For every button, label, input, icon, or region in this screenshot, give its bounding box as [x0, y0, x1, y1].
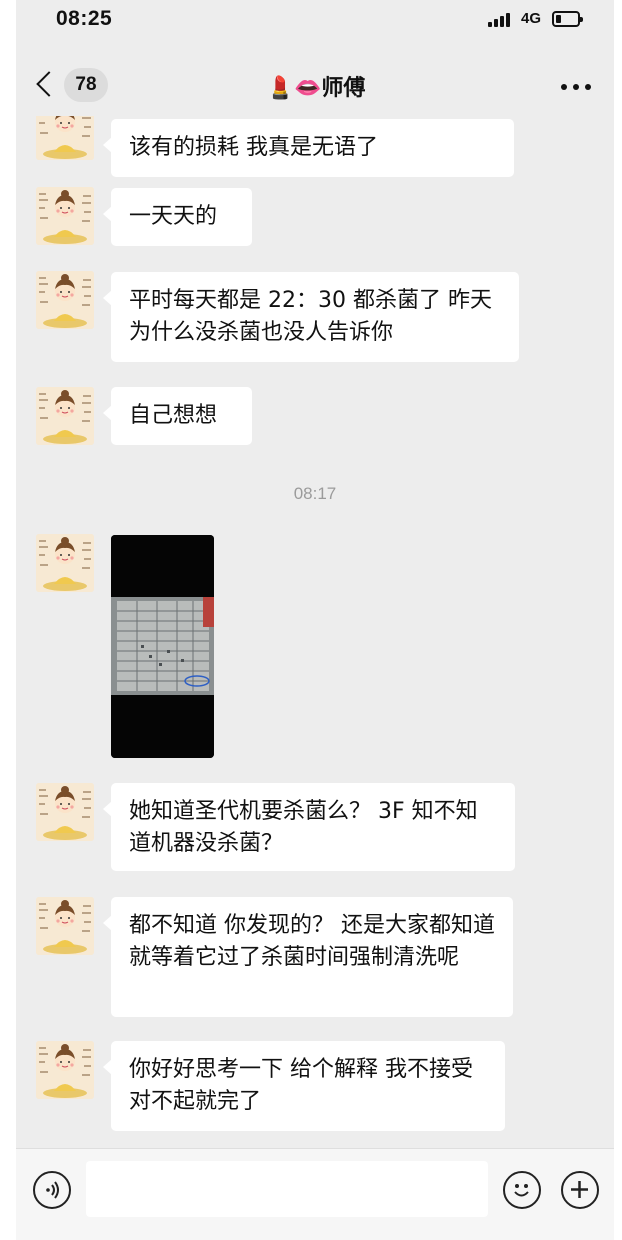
avatar[interactable] — [36, 783, 94, 841]
message-bubble[interactable]: 一天天的 — [103, 188, 252, 246]
chat-header: 78 💄👄师傅 — [16, 52, 614, 116]
avatar-illustration — [36, 187, 94, 245]
message-bubble[interactable]: 该有的损耗 我真是无语了 — [103, 119, 514, 177]
avatar[interactable] — [36, 387, 94, 445]
avatar[interactable] — [36, 1041, 94, 1099]
signal-strength-icon — [488, 13, 514, 27]
avatar[interactable] — [36, 116, 94, 160]
avatar-illustration — [36, 387, 94, 445]
message-bubble[interactable]: 都不知道 你发现的？ 还是大家都知道 就等着它过了杀菌时间强制清洗呢 — [103, 897, 513, 1017]
message-bubble[interactable]: 她知道圣代机要杀菌么？ 3F 知不知道机器没杀菌？ — [103, 783, 515, 871]
chat-screen: 08:25 4G 78 💄👄师傅 该有的损耗 我真是无语了 一天天的 平时每天都… — [16, 0, 614, 1240]
avatar-illustration — [36, 897, 94, 955]
avatar-illustration — [36, 1041, 94, 1099]
message-bubble[interactable]: 自己想想 — [103, 387, 252, 445]
unread-count-badge[interactable]: 78 — [64, 68, 108, 102]
avatar-illustration — [36, 783, 94, 841]
message-bubble[interactable]: 你好好思考一下 给个解释 我不接受对不起就完了 — [103, 1041, 505, 1131]
status-time: 08:25 — [56, 7, 113, 30]
avatar[interactable] — [36, 187, 94, 245]
avatar-illustration — [36, 271, 94, 329]
avatar[interactable] — [36, 897, 94, 955]
plus-glyph — [571, 1181, 588, 1198]
avatar-illustration — [36, 116, 94, 160]
emoji-icon[interactable] — [503, 1171, 541, 1209]
plus-icon[interactable] — [561, 1171, 599, 1209]
battery-level — [556, 15, 561, 23]
emoji-glyph — [514, 1184, 529, 1197]
message-bubble[interactable]: 平时每天都是 22：30 都杀菌了 昨天为什么没杀菌也没人告诉你 — [103, 272, 519, 362]
timestamp: 08:17 — [293, 484, 337, 503]
message-list[interactable]: 该有的损耗 我真是无语了 一天天的 平时每天都是 22：30 都杀菌了 昨天为什… — [16, 116, 614, 1148]
more-options-icon[interactable] — [561, 84, 591, 90]
avatar[interactable] — [36, 534, 94, 592]
chat-title: 💄👄师傅 — [266, 76, 366, 101]
battery-icon — [552, 11, 583, 27]
input-bar — [16, 1148, 614, 1240]
network-type: 4G — [521, 10, 542, 27]
voice-icon[interactable] — [33, 1171, 71, 1209]
voice-glyph — [46, 1181, 59, 1199]
avatar-illustration — [36, 534, 94, 592]
photo-thumbnail — [111, 535, 214, 758]
image-message[interactable] — [111, 535, 214, 758]
message-input[interactable] — [86, 1161, 488, 1217]
status-bar: 08:25 4G — [16, 0, 614, 44]
avatar[interactable] — [36, 271, 94, 329]
back-chevron-icon[interactable] — [36, 71, 62, 97]
